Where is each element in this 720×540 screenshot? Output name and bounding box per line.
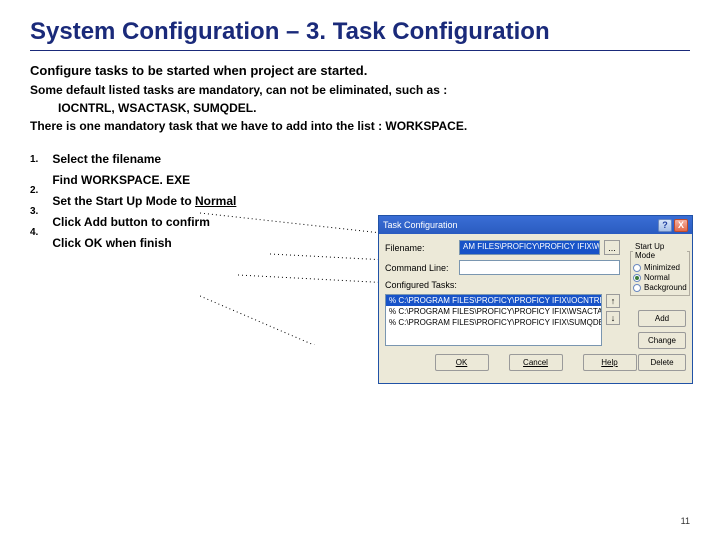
page-title: System Configuration – 3. Task Configura… (30, 18, 690, 46)
dialog-titlebar: Task Configuration ? X (379, 216, 692, 234)
list-item[interactable]: % C:\PROGRAM FILES\PROFICY\PROFICY IFIX\… (386, 317, 601, 328)
step-3: Click Add button to confirm (52, 212, 236, 233)
move-down-button[interactable]: ↓ (606, 311, 620, 325)
step-1a: Select the filename (52, 149, 236, 170)
delete-button[interactable]: Delete (638, 354, 686, 371)
step-numbers: 1. 2. 3. 4. (30, 149, 38, 254)
change-button[interactable]: Change (638, 332, 686, 349)
filename-field[interactable]: AM FILES\PROFICY\PROFICY IFIX\WORKSPACE (459, 240, 600, 255)
ok-button[interactable]: OK (435, 354, 489, 371)
step-num-3: 3. (30, 201, 38, 222)
move-up-button[interactable]: ↑ (606, 294, 620, 308)
step-num-4: 4. (30, 222, 38, 243)
radio-normal[interactable]: Normal (633, 273, 687, 282)
body-text-2: There is one mandatory task that we have… (30, 118, 690, 134)
add-button[interactable]: Add (638, 310, 686, 327)
browse-button[interactable]: ... (604, 240, 620, 255)
help-button[interactable]: Help (583, 354, 637, 371)
body-text-1-indent: IOCNTRL, WSACTASK, SUMQDEL. (30, 100, 690, 116)
list-item[interactable]: % C:\PROGRAM FILES\PROFICY\PROFICY IFIX\… (386, 306, 601, 317)
task-list[interactable]: % C:\PROGRAM FILES\PROFICY\PROFICY IFIX\… (385, 294, 602, 346)
radio-minimized[interactable]: Minimized (633, 263, 687, 272)
step-1b: Find WORKSPACE. EXE (52, 170, 236, 191)
dialog-title-text: Task Configuration (383, 220, 458, 230)
title-rule (30, 50, 690, 51)
page-number: 11 (681, 516, 690, 526)
list-item[interactable]: % C:\PROGRAM FILES\PROFICY\PROFICY IFIX\… (386, 295, 601, 306)
cancel-button[interactable]: Cancel (509, 354, 563, 371)
startup-mode-group: Start Up Mode Minimized Normal Backgroun… (626, 240, 686, 298)
subtitle: Configure tasks to be started when proje… (30, 63, 690, 78)
radio-background[interactable]: Background (633, 283, 687, 292)
cmdline-field[interactable] (459, 260, 620, 275)
filename-label: Filename: (385, 243, 455, 253)
body-text-1: Some default listed tasks are mandatory,… (30, 82, 690, 98)
dialog-help-icon[interactable]: ? (658, 219, 672, 232)
step-num-1: 1. (30, 149, 38, 170)
step-num-2: 2. (30, 180, 38, 201)
cmdline-label: Command Line: (385, 263, 455, 273)
step-4: Click OK when finish (52, 233, 236, 254)
startup-legend: Start Up Mode (633, 242, 687, 260)
step-2: Set the Start Up Mode to Normal (52, 191, 236, 212)
task-config-dialog: Task Configuration ? X Start Up Mode Min… (378, 215, 693, 384)
close-icon[interactable]: X (674, 219, 688, 232)
step-texts: Select the filename Find WORKSPACE. EXE … (52, 149, 236, 254)
